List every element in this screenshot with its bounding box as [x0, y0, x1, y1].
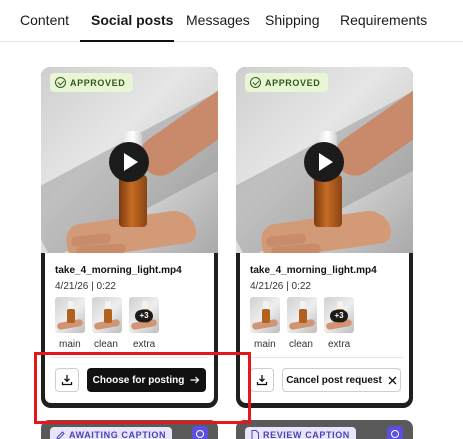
thumbnail-label: extra [328, 339, 351, 350]
video-preview[interactable]: APPROVED [41, 67, 218, 253]
divider [51, 357, 208, 358]
play-icon[interactable] [109, 142, 149, 182]
tab-shipping[interactable]: Shipping [265, 12, 320, 28]
tab-social-posts[interactable]: Social posts [91, 12, 173, 28]
thumbnail-label: extra [133, 339, 156, 350]
thumbnail-clean[interactable] [92, 297, 122, 333]
close-icon [388, 376, 397, 384]
check-circle-icon [55, 77, 66, 88]
tab-content[interactable]: Content [20, 12, 69, 28]
status-badge-label: APPROVED [265, 77, 321, 88]
status-badge: AWAITING CAPTION [50, 427, 173, 439]
check-circle-icon [250, 77, 261, 88]
arrow-right-icon [190, 376, 200, 384]
file-meta: 4/21/26 | 0:22 [250, 281, 311, 292]
thumbnail-label: main [59, 339, 81, 350]
instagram-icon [192, 426, 208, 439]
divider [246, 357, 403, 358]
social-post-card: AWAITING CAPTION [41, 420, 218, 439]
tab-requirements[interactable]: Requirements [340, 12, 427, 28]
download-button[interactable] [250, 368, 274, 392]
thumbnail-main[interactable] [55, 297, 85, 333]
social-post-card: APPROVED take_4_morning_light.mp4 4/21/2… [236, 67, 413, 408]
social-post-card: REVIEW CAPTION [236, 420, 413, 439]
thumbnail-extra[interactable]: +3 [324, 297, 354, 333]
thumbnail-clean[interactable] [287, 297, 317, 333]
edit-icon [56, 430, 65, 439]
more-count-badge: +3 [330, 310, 348, 322]
social-post-card: APPROVED take_4_morning_light.mp4 4/21/2… [41, 67, 218, 408]
post-details: take_4_morning_light.mp4 4/21/26 | 0:22 … [240, 253, 409, 403]
video-preview[interactable]: APPROVED [236, 67, 413, 253]
document-icon [251, 430, 259, 439]
tab-bar: Content Social posts Messages Shipping R… [0, 0, 463, 42]
cancel-post-request-label: Cancel post request [286, 374, 382, 386]
more-count-badge: +3 [135, 310, 153, 322]
status-badge: APPROVED [245, 73, 329, 92]
status-badge: REVIEW CAPTION [245, 427, 356, 439]
play-icon[interactable] [304, 142, 344, 182]
download-icon [256, 375, 268, 386]
file-name: take_4_morning_light.mp4 [55, 265, 182, 276]
thumbnail-label: main [254, 339, 276, 350]
choose-for-posting-button[interactable]: Choose for posting [87, 368, 206, 392]
download-button[interactable] [55, 368, 79, 392]
thumbnail-label: clean [289, 339, 313, 350]
active-tab-indicator [80, 40, 174, 42]
file-name: take_4_morning_light.mp4 [250, 265, 377, 276]
choose-for-posting-label: Choose for posting [92, 374, 185, 386]
status-badge-label: AWAITING CAPTION [69, 430, 167, 439]
status-badge-label: APPROVED [70, 77, 126, 88]
thumbnail-main[interactable] [250, 297, 280, 333]
download-icon [61, 375, 73, 386]
file-meta: 4/21/26 | 0:22 [55, 281, 116, 292]
thumbnail-label: clean [94, 339, 118, 350]
thumbnail-extra[interactable]: +3 [129, 297, 159, 333]
instagram-icon [387, 426, 403, 439]
status-badge: APPROVED [50, 73, 134, 92]
tab-messages[interactable]: Messages [186, 12, 250, 28]
cancel-post-request-button[interactable]: Cancel post request [282, 368, 401, 392]
post-details: take_4_morning_light.mp4 4/21/26 | 0:22 … [45, 253, 214, 403]
status-badge-label: REVIEW CAPTION [263, 430, 350, 439]
